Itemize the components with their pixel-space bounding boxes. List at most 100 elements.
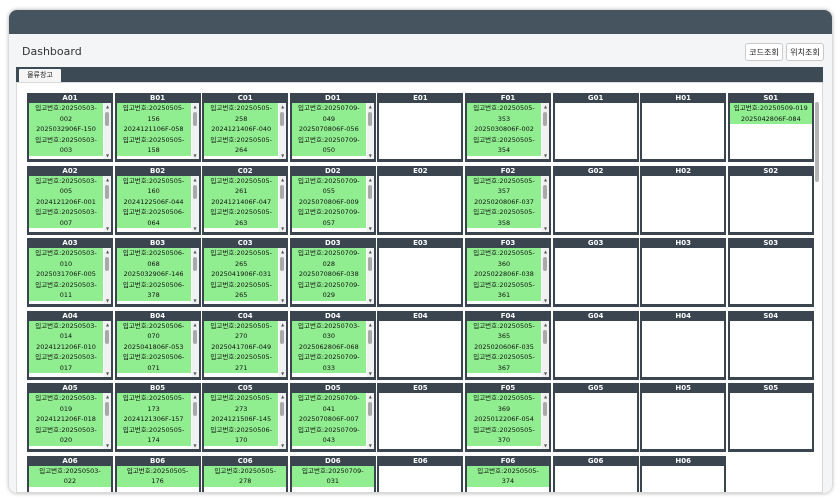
stock-item[interactable]: 2024121206F-010 bbox=[29, 341, 103, 352]
stock-item[interactable]: 입고번호:20250709- 043 bbox=[291, 424, 366, 446]
scroll-up-icon[interactable]: ▲ bbox=[367, 177, 374, 182]
stock-item[interactable]: 2025041706F-049 bbox=[204, 341, 279, 352]
scroll-down-icon[interactable]: ▼ bbox=[104, 298, 111, 303]
scroll-down-icon[interactable]: ▼ bbox=[192, 298, 199, 303]
stock-item[interactable]: 2025070806F-007 bbox=[291, 414, 366, 425]
stock-item[interactable]: 입고번호:20250505- 174 bbox=[116, 424, 191, 446]
stock-item[interactable]: 입고번호:20250505- 367 bbox=[467, 352, 541, 373]
stock-listbox[interactable] bbox=[554, 175, 637, 232]
scroll-up-icon[interactable]: ▲ bbox=[192, 249, 199, 254]
stock-listbox[interactable]: 입고번호:20250505- 160 2024122506F-044 입고번호:202… bbox=[116, 175, 199, 232]
scroll-thumb[interactable] bbox=[543, 112, 547, 126]
listbox-scrollbar[interactable]: ▲ ▼ bbox=[542, 320, 549, 377]
stock-listbox[interactable]: 입고번호:20250503- 010 2025031706F-005 입고번호:202… bbox=[29, 248, 111, 304]
scroll-down-icon[interactable]: ▼ bbox=[104, 443, 111, 448]
stock-item[interactable]: 입고번호:20250505- 357 bbox=[467, 175, 541, 197]
stock-item[interactable]: 입고번호:20250709- 050 bbox=[291, 134, 366, 156]
stock-item[interactable]: 2025070806F-009 bbox=[291, 196, 366, 207]
scroll-down-icon[interactable]: ▼ bbox=[279, 226, 286, 231]
scroll-up-icon[interactable]: ▲ bbox=[279, 104, 286, 109]
stock-listbox[interactable]: 입고번호:20250505- 365 2025020606F-035 입고번호:202… bbox=[467, 320, 549, 377]
scroll-up-icon[interactable]: ▲ bbox=[104, 394, 111, 399]
scroll-thumb[interactable] bbox=[192, 112, 197, 126]
stock-listbox[interactable] bbox=[642, 320, 725, 377]
stock-listbox[interactable] bbox=[379, 248, 462, 304]
stock-item[interactable]: 입고번호:20250506- 068 bbox=[116, 248, 191, 269]
listbox-scrollbar[interactable]: ▲ ▼ bbox=[191, 103, 199, 159]
scroll-down-icon[interactable]: ▼ bbox=[367, 226, 374, 231]
stock-item[interactable]: 입고번호:20250505- 374 bbox=[467, 465, 549, 487]
stock-item[interactable]: 2025030806F-002 bbox=[467, 124, 541, 135]
stock-item[interactable]: 2025032906F-150 bbox=[29, 124, 103, 135]
scroll-up-icon[interactable]: ▲ bbox=[542, 322, 549, 327]
listbox-scrollbar[interactable]: ▲ ▼ bbox=[542, 103, 549, 159]
scroll-up-icon[interactable]: ▲ bbox=[192, 177, 199, 182]
stock-listbox[interactable] bbox=[642, 465, 725, 492]
scroll-down-icon[interactable]: ▼ bbox=[279, 443, 286, 448]
stock-listbox[interactable]: 입고번호:20250505- 261 2024121406F-047 입고번호:202… bbox=[204, 175, 287, 232]
listbox-scrollbar[interactable]: ▲ ▼ bbox=[542, 248, 549, 304]
stock-item[interactable]: 입고번호:20250505- 360 bbox=[467, 248, 541, 269]
stock-listbox[interactable] bbox=[729, 320, 812, 377]
scroll-up-icon[interactable]: ▲ bbox=[192, 104, 199, 109]
scroll-up-icon[interactable]: ▲ bbox=[104, 177, 111, 182]
stock-item[interactable]: 입고번호:20250709- 041 bbox=[291, 393, 366, 414]
stock-item[interactable]: 2024121406F-040 bbox=[204, 124, 279, 135]
scroll-thumb[interactable] bbox=[367, 184, 372, 199]
stock-listbox[interactable]: 입고번호:20250503- 019 2024121206F-018 입고번호:202… bbox=[29, 393, 111, 449]
stock-item[interactable]: 입고번호:20250505- 365 bbox=[467, 320, 541, 342]
stock-listbox[interactable] bbox=[379, 320, 462, 377]
scroll-down-icon[interactable]: ▼ bbox=[192, 226, 199, 231]
stock-item[interactable]: 2025042806F-084 bbox=[729, 113, 812, 124]
scroll-thumb[interactable] bbox=[280, 257, 285, 271]
stock-item[interactable]: 입고번호:20250505- 278 bbox=[204, 465, 287, 487]
stock-item[interactable]: 입고번호:20250505- 258 bbox=[204, 103, 279, 124]
scroll-thumb[interactable] bbox=[280, 329, 285, 344]
scroll-up-icon[interactable]: ▲ bbox=[542, 177, 549, 182]
listbox-scrollbar[interactable]: ▲ ▼ bbox=[366, 103, 374, 159]
stock-item[interactable]: 입고번호:20250709- 055 bbox=[291, 175, 366, 197]
listbox-scrollbar[interactable]: ▲ ▼ bbox=[104, 320, 111, 377]
stock-item[interactable]: 입고번호:20250505- 354 bbox=[467, 134, 541, 156]
scroll-up-icon[interactable]: ▲ bbox=[192, 394, 199, 399]
tab-warehouse[interactable]: 물류창고 bbox=[19, 69, 61, 82]
listbox-scrollbar[interactable]: ▲ ▼ bbox=[279, 393, 287, 449]
stock-item[interactable]: 입고번호:20250505- 160 bbox=[116, 175, 191, 197]
stock-item[interactable]: 입고번호:20250709- 057 bbox=[291, 207, 366, 228]
stock-item[interactable]: 입고번호:20250505- 353 bbox=[467, 103, 541, 124]
scroll-up-icon[interactable]: ▲ bbox=[542, 394, 549, 399]
scroll-thumb[interactable] bbox=[543, 402, 547, 416]
listbox-scrollbar[interactable]: ▲ ▼ bbox=[191, 248, 199, 304]
stock-listbox[interactable]: 입고번호:20250505- 374 bbox=[467, 465, 549, 492]
scroll-down-icon[interactable]: ▼ bbox=[279, 298, 286, 303]
scroll-down-icon[interactable]: ▼ bbox=[542, 153, 549, 158]
stock-item[interactable]: 입고번호:20250503- 002 bbox=[29, 103, 103, 124]
stock-listbox[interactable] bbox=[729, 175, 812, 232]
stock-item[interactable]: 입고번호:20250505- 261 bbox=[204, 175, 279, 197]
stock-listbox[interactable]: 입고번호:20250709- 055 2025070806F-009 입고번호:202… bbox=[291, 175, 374, 232]
stock-listbox[interactable] bbox=[554, 393, 637, 449]
stock-item[interactable]: 입고번호:20250505- 369 bbox=[467, 393, 541, 414]
scroll-up-icon[interactable]: ▲ bbox=[367, 104, 374, 109]
scroll-up-icon[interactable]: ▲ bbox=[279, 249, 286, 254]
stock-listbox[interactable]: 입고번호:20250503- 002 2025032906F-150 입고번호:202… bbox=[29, 103, 111, 159]
scroll-down-icon[interactable]: ▼ bbox=[542, 298, 549, 303]
stock-item[interactable]: 입고번호:20250505- 264 bbox=[204, 134, 279, 156]
scroll-down-icon[interactable]: ▼ bbox=[542, 443, 549, 448]
scroll-down-icon[interactable]: ▼ bbox=[192, 153, 199, 158]
stock-item[interactable]: 2025020606F-035 bbox=[467, 341, 541, 352]
scroll-thumb[interactable] bbox=[105, 112, 109, 126]
stock-listbox[interactable]: 입고번호:20250505- 278 bbox=[204, 465, 287, 492]
listbox-scrollbar[interactable]: ▲ ▼ bbox=[104, 175, 111, 232]
scroll-thumb[interactable] bbox=[105, 329, 109, 344]
stock-item[interactable]: 입고번호:20250505- 370 bbox=[467, 424, 541, 446]
stock-listbox[interactable] bbox=[379, 465, 462, 492]
stock-listbox[interactable] bbox=[642, 248, 725, 304]
scroll-thumb[interactable] bbox=[543, 257, 547, 271]
stock-item[interactable]: 2025062806F-068 bbox=[291, 341, 366, 352]
stock-item[interactable]: 입고번호:20250506- 378 bbox=[116, 279, 191, 301]
stock-item[interactable]: 2024121206F-018 bbox=[29, 414, 103, 425]
stock-item[interactable]: 2025032906F-146 bbox=[116, 269, 191, 280]
stock-item[interactable]: 입고번호:20250506- 064 bbox=[116, 207, 191, 228]
scroll-down-icon[interactable]: ▼ bbox=[104, 153, 111, 158]
